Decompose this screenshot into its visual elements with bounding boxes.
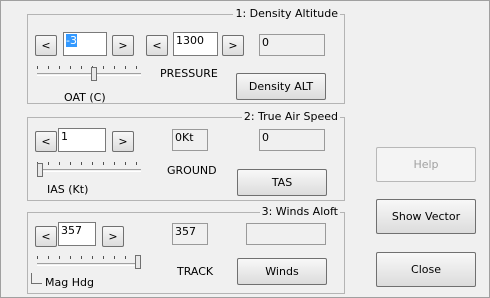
pressure-decrease-button[interactable]: <: [146, 35, 168, 56]
ias-slider-track: [37, 169, 141, 172]
oat-input[interactable]: -3: [63, 32, 107, 56]
ground-speed-field: 0Kt: [172, 129, 208, 151]
hdg-increase-button[interactable]: >: [102, 226, 124, 247]
track-label: TRACK: [177, 265, 214, 278]
oat-decrease-button[interactable]: <: [35, 35, 57, 56]
oat-label: OAT (C): [64, 91, 106, 104]
tas-button[interactable]: TAS: [237, 169, 327, 196]
hdg-slider-thumb[interactable]: [135, 255, 141, 269]
hdg-slider-track: [37, 263, 141, 266]
ias-increase-button[interactable]: >: [112, 131, 134, 152]
oat-slider-track: [37, 73, 141, 76]
ground-label: GROUND: [167, 164, 217, 177]
pressure-input[interactable]: 1300: [173, 32, 218, 56]
mag-hdg-input[interactable]: 357: [58, 222, 96, 246]
winds-result-field: [246, 223, 326, 245]
pressure-label: PRESSURE: [160, 67, 218, 80]
oat-slider-ticks: [37, 66, 141, 69]
show-vector-button[interactable]: Show Vector: [376, 199, 476, 234]
true-air-speed-title: 2: True Air Speed: [241, 110, 340, 124]
ias-input[interactable]: 1: [58, 128, 106, 152]
close-button[interactable]: Close: [376, 252, 476, 287]
winds-button[interactable]: Winds: [237, 258, 327, 285]
hdg-decrease-button[interactable]: <: [35, 226, 57, 247]
pressure-increase-button[interactable]: >: [222, 35, 244, 56]
track-field: 357: [172, 223, 208, 245]
density-result-field: 0: [259, 34, 325, 56]
mag-hdg-label: Mag Hdg: [45, 276, 94, 289]
oat-increase-button[interactable]: >: [112, 35, 134, 56]
ias-slider-thumb[interactable]: [37, 163, 43, 177]
ias-decrease-button[interactable]: <: [35, 131, 57, 152]
oat-slider-thumb[interactable]: [91, 67, 97, 81]
oat-input-value: -3: [66, 34, 77, 47]
ias-slider-ticks: [37, 162, 141, 165]
density-altitude-title: 1: Density Altitude: [233, 7, 340, 21]
winds-aloft-title: 3: Winds Aloft: [259, 205, 340, 219]
help-button[interactable]: Help: [376, 147, 476, 182]
tas-result-field: 0: [259, 129, 325, 151]
hdg-slider-ticks: [37, 256, 141, 259]
calculator-window: 1: Density Altitude < -3 > < 1300 > 0 PR…: [0, 0, 490, 298]
mag-hdg-marker-icon: [31, 273, 42, 284]
density-alt-button[interactable]: Density ALT: [236, 73, 326, 100]
ias-label: IAS (Kt): [47, 183, 89, 196]
